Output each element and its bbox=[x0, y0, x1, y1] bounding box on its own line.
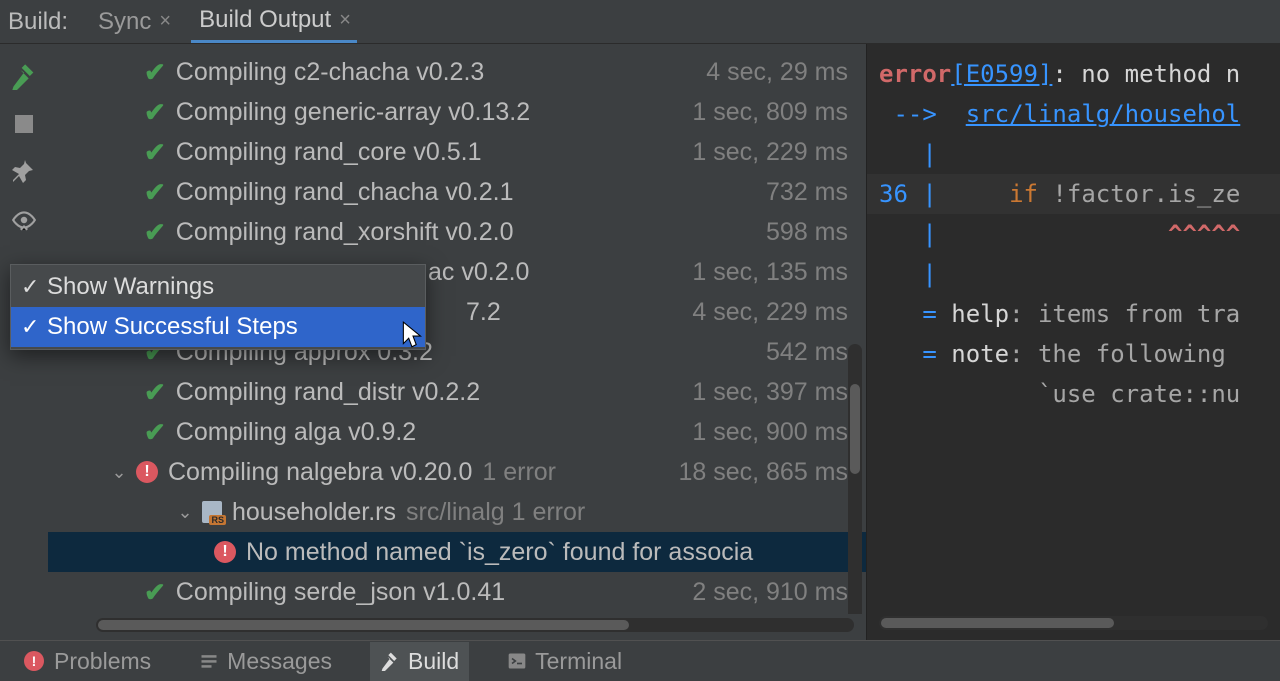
tab-sync[interactable]: Sync × bbox=[90, 2, 177, 42]
bottom-tool-bar: !Problems Messages Build Terminal bbox=[0, 640, 1280, 681]
messages-icon bbox=[199, 651, 219, 671]
terminal-icon bbox=[507, 651, 527, 671]
build-tabs-bar: Build: Sync × Build Output × bbox=[0, 0, 1280, 44]
filter-popup-menu: Show Warnings Show Successful Steps bbox=[10, 264, 426, 350]
code-line: 36 | if !factor.is_ze bbox=[867, 174, 1280, 214]
tree-row[interactable]: ✔Compiling generic-array v0.13.21 sec, 8… bbox=[48, 92, 866, 132]
tree-row[interactable]: ✔Compiling rand_xorshift v0.2.0598 ms bbox=[48, 212, 866, 252]
ok-icon: ✔ bbox=[144, 417, 166, 448]
hammer-icon bbox=[380, 651, 400, 671]
menu-show-warnings[interactable]: Show Warnings bbox=[11, 267, 425, 307]
scrollbar-thumb[interactable] bbox=[98, 620, 629, 630]
scrollbar-thumb[interactable] bbox=[850, 384, 860, 474]
ok-icon: ✔ bbox=[144, 217, 166, 248]
code-line: | bbox=[867, 134, 1280, 174]
tabs-title: Build: bbox=[8, 8, 68, 36]
tree-row[interactable]: ✔Compiling alga v0.9.21 sec, 900 ms bbox=[48, 412, 866, 452]
tree-row[interactable]: ⌄!Compiling nalgebra v0.20.01 error18 se… bbox=[48, 452, 866, 492]
rust-file-icon bbox=[202, 501, 222, 523]
menu-show-successful-steps[interactable]: Show Successful Steps bbox=[11, 307, 425, 347]
chevron-down-icon[interactable]: ⌄ bbox=[176, 502, 194, 523]
code-line: --> src/linalg/househol bbox=[867, 94, 1280, 134]
error-detail-panel[interactable]: error[E0599]: no method n --> src/linalg… bbox=[866, 44, 1280, 640]
tree-row[interactable]: ✔Compiling rand_distr v0.2.21 sec, 397 m… bbox=[48, 372, 866, 412]
build-hammer-icon[interactable] bbox=[10, 62, 38, 90]
horizontal-scrollbar[interactable] bbox=[96, 618, 854, 632]
close-icon[interactable]: × bbox=[339, 9, 351, 32]
stop-icon[interactable] bbox=[10, 110, 38, 138]
tree-row[interactable]: ✔Compiling c2-chacha v0.2.34 sec, 29 ms bbox=[48, 52, 866, 92]
ok-icon: ✔ bbox=[144, 377, 166, 408]
code-line: | ^^^^^ bbox=[867, 214, 1280, 254]
code-line: error[E0599]: no method n bbox=[867, 54, 1280, 94]
ok-icon: ✔ bbox=[144, 177, 166, 208]
tool-problems[interactable]: !Problems bbox=[14, 642, 161, 681]
tool-build[interactable]: Build bbox=[370, 642, 469, 681]
pin-icon[interactable] bbox=[10, 158, 38, 186]
ok-icon: ✔ bbox=[144, 137, 166, 168]
error-icon: ! bbox=[214, 541, 236, 563]
tree-row[interactable]: ✔Compiling rand_core v0.5.11 sec, 229 ms bbox=[48, 132, 866, 172]
code-line: | bbox=[867, 254, 1280, 294]
tool-terminal[interactable]: Terminal bbox=[497, 642, 632, 681]
ok-icon: ✔ bbox=[144, 97, 166, 128]
tree-row[interactable]: ✔Compiling serde_json v1.0.412 sec, 910 … bbox=[48, 572, 866, 612]
horizontal-scrollbar[interactable] bbox=[879, 616, 1268, 630]
mouse-cursor bbox=[400, 320, 426, 350]
tree-row[interactable]: !No method named `is_zero` found for ass… bbox=[48, 532, 866, 572]
close-icon[interactable]: × bbox=[159, 10, 171, 33]
code-line: = note: the following bbox=[867, 334, 1280, 374]
eye-icon[interactable] bbox=[10, 206, 38, 234]
ok-icon: ✔ bbox=[144, 57, 166, 88]
vertical-scrollbar[interactable] bbox=[848, 344, 862, 614]
error-icon: ! bbox=[136, 461, 158, 483]
chevron-down-icon[interactable]: ⌄ bbox=[110, 462, 128, 483]
tool-messages[interactable]: Messages bbox=[189, 642, 342, 681]
code-line: = help: items from tra bbox=[867, 294, 1280, 334]
ok-icon: ✔ bbox=[144, 577, 166, 608]
tree-row[interactable]: ✔Compiling rand_chacha v0.2.1732 ms bbox=[48, 172, 866, 212]
tab-build-output[interactable]: Build Output × bbox=[191, 0, 357, 43]
tree-row[interactable]: ⌄householder.rssrc/linalg 1 error bbox=[48, 492, 866, 532]
error-icon: ! bbox=[24, 651, 44, 671]
scrollbar-thumb[interactable] bbox=[881, 618, 1114, 628]
tab-label: Build Output bbox=[199, 6, 331, 34]
tab-label: Sync bbox=[98, 8, 151, 36]
code-line: `use crate::nu bbox=[867, 374, 1280, 414]
